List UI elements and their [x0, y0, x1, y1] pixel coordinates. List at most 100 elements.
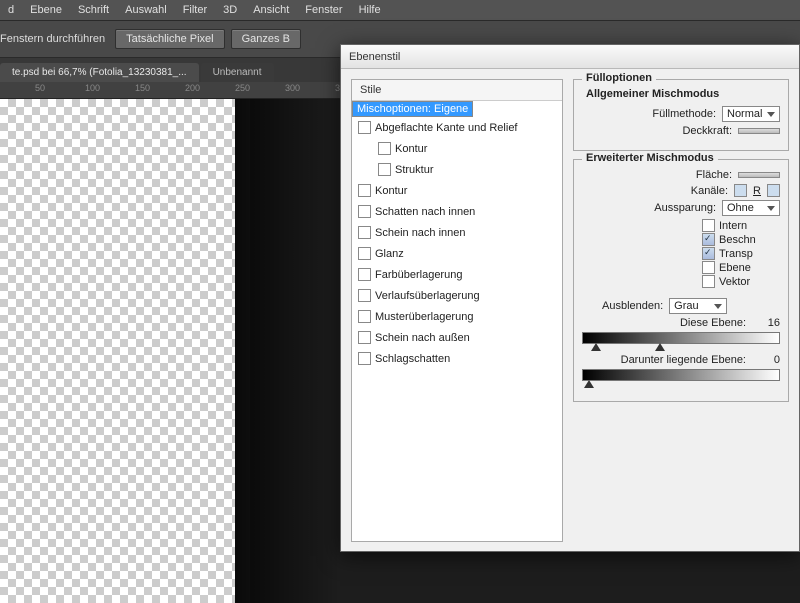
style-label: Farbüberlagerung	[375, 269, 462, 281]
app-menubar: dEbeneSchriftAuswahlFilter3DAnsichtFenst…	[0, 0, 800, 20]
style-label: Schlagschatten	[375, 353, 450, 365]
channel-checkbox[interactable]	[767, 184, 780, 197]
adv-label: Intern	[719, 220, 747, 232]
menu-ebene[interactable]: Ebene	[22, 4, 70, 16]
ruler-tick: 300	[285, 83, 300, 93]
menu-auswahl[interactable]: Auswahl	[117, 4, 175, 16]
style-checkbox[interactable]	[358, 121, 371, 134]
this-layer-label: Diese Ebene:	[680, 317, 746, 329]
advanced-blend-legend: Erweiterter Mischmodus	[582, 152, 718, 164]
style-item[interactable]: Musterüberlagerung	[352, 306, 562, 327]
ruler-tick: 250	[235, 83, 250, 93]
option-scroll[interactable]: Fenstern durchführen	[0, 33, 105, 45]
style-item[interactable]: Schlagschatten	[352, 348, 562, 369]
adv-label: Beschn	[719, 234, 756, 246]
adv-checkbox[interactable]	[702, 219, 715, 232]
menu-ansicht[interactable]: Ansicht	[245, 4, 297, 16]
menu-fenster[interactable]: Fenster	[297, 4, 350, 16]
ruler-tick: 100	[85, 83, 100, 93]
ruler-tick: 200	[185, 83, 200, 93]
opacity-label: Deckkraft:	[682, 125, 732, 137]
fill-method-label: Füllmethode:	[652, 108, 716, 120]
chevron-down-icon	[767, 206, 775, 211]
style-checkbox[interactable]	[358, 247, 371, 260]
knockout-label: Aussparung:	[654, 202, 716, 214]
tab-document-2[interactable]: Unbenannt	[201, 63, 274, 82]
fit-screen-button[interactable]: Ganzes B	[231, 29, 301, 49]
blend-if-select[interactable]: Grau	[669, 298, 727, 314]
style-checkbox[interactable]	[358, 331, 371, 344]
menu-schrift[interactable]: Schrift	[70, 4, 117, 16]
adv-checkbox[interactable]	[702, 247, 715, 260]
style-item[interactable]: Glanz	[352, 243, 562, 264]
style-checkbox[interactable]	[378, 163, 391, 176]
channels-label: Kanäle:	[691, 185, 728, 197]
channel-r-label: R	[753, 185, 761, 197]
knockout-select[interactable]: Ohne	[722, 200, 780, 216]
channel-r-checkbox[interactable]	[734, 184, 747, 197]
adv-option-row: Transp	[702, 247, 780, 260]
menu-filter[interactable]: Filter	[175, 4, 215, 16]
style-item[interactable]: Kontur	[352, 180, 562, 201]
style-checkbox[interactable]	[358, 289, 371, 302]
chevron-down-icon	[714, 304, 722, 309]
dialog-titlebar[interactable]: Ebenenstil	[341, 45, 799, 69]
style-label: Schein nach außen	[375, 332, 470, 344]
adv-label: Transp	[719, 248, 753, 260]
style-label: Glanz	[375, 248, 404, 260]
underlying-layer-label: Darunter liegende Ebene:	[621, 354, 746, 366]
style-checkbox[interactable]	[358, 205, 371, 218]
style-label: Schatten nach innen	[375, 206, 475, 218]
style-item[interactable]: Schein nach innen	[352, 222, 562, 243]
underlying-layer-value: 0	[752, 354, 780, 366]
style-checkbox[interactable]	[358, 184, 371, 197]
adv-checkbox[interactable]	[702, 233, 715, 246]
style-item[interactable]: Abgeflachte Kante und Relief	[352, 117, 562, 138]
adv-option-row: Vektor	[702, 275, 780, 288]
options-panel: Fülloptionen Allgemeiner Mischmodus Füll…	[573, 79, 789, 542]
fill-method-select[interactable]: Normal	[722, 106, 780, 122]
style-item[interactable]: Schein nach außen	[352, 327, 562, 348]
blend-if-label: Ausblenden:	[602, 300, 663, 312]
style-item[interactable]: Schatten nach innen	[352, 201, 562, 222]
fill-area-label: Fläche:	[696, 169, 732, 181]
style-checkbox[interactable]	[358, 310, 371, 323]
actual-pixels-button[interactable]: Tatsächliche Pixel	[115, 29, 224, 49]
menu-d[interactable]: d	[0, 4, 22, 16]
underlying-layer-slider[interactable]	[582, 369, 780, 381]
adv-label: Vektor	[719, 276, 750, 288]
adv-label: Ebene	[719, 262, 751, 274]
style-item[interactable]: Struktur	[352, 159, 562, 180]
adv-checkbox[interactable]	[702, 275, 715, 288]
adv-checkbox[interactable]	[702, 261, 715, 274]
style-label: Abgeflachte Kante und Relief	[375, 122, 518, 134]
styles-list-panel: Stile Mischoptionen: Eigene Abgeflachte K…	[351, 79, 563, 542]
chevron-down-icon	[767, 112, 775, 117]
style-checkbox[interactable]	[358, 352, 371, 365]
styles-header: Stile	[352, 80, 562, 101]
style-label: Mischoptionen: Eigene	[357, 103, 468, 115]
style-label: Kontur	[395, 143, 427, 155]
style-checkbox[interactable]	[378, 142, 391, 155]
style-checkbox[interactable]	[358, 268, 371, 281]
fill-area-slider[interactable]	[738, 172, 780, 178]
style-checkbox[interactable]	[358, 226, 371, 239]
style-item[interactable]: Farbüberlagerung	[352, 264, 562, 285]
style-item[interactable]: Mischoptionen: Eigene	[352, 101, 473, 117]
style-label: Schein nach innen	[375, 227, 466, 239]
style-label: Kontur	[375, 185, 407, 197]
general-blend-heading: Allgemeiner Mischmodus	[586, 88, 780, 100]
this-layer-slider[interactable]	[582, 332, 780, 344]
tab-document-1[interactable]: te.psd bei 66,7% (Fotolia_13230381_...	[0, 63, 199, 82]
style-item[interactable]: Verlaufsüberlagerung	[352, 285, 562, 306]
menu-3d[interactable]: 3D	[215, 4, 245, 16]
transparency-checker	[0, 99, 235, 603]
adv-option-row: Intern	[702, 219, 780, 232]
adv-option-row: Ebene	[702, 261, 780, 274]
adv-option-row: Beschn	[702, 233, 780, 246]
style-item[interactable]: Kontur	[352, 138, 562, 159]
opacity-slider[interactable]	[738, 128, 780, 134]
menu-hilfe[interactable]: Hilfe	[351, 4, 389, 16]
fill-options-legend: Fülloptionen	[582, 72, 656, 84]
style-label: Struktur	[395, 164, 434, 176]
